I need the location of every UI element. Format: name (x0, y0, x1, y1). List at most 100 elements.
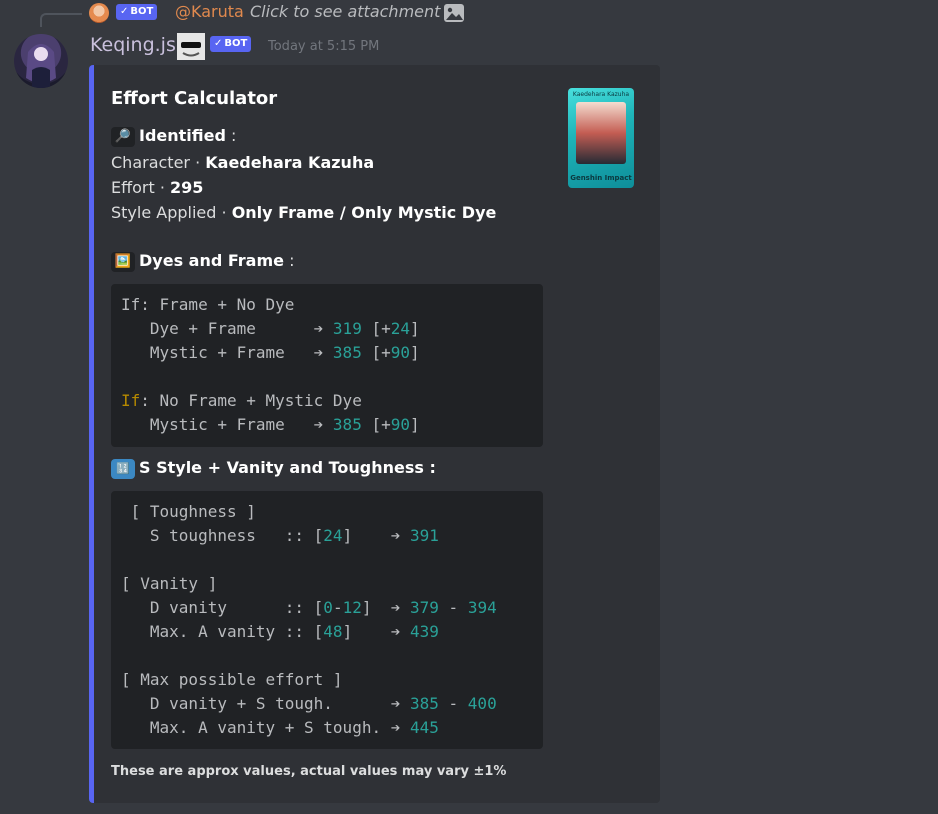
author-bot-tag: ✓ BOT (210, 36, 252, 52)
row-delta-open: [+ (361, 415, 391, 434)
row-value: 319 (332, 319, 362, 338)
bot-tag-label: BOT (130, 6, 154, 17)
row-delta-open: [+ (361, 319, 391, 338)
dyes-if-mystic: If: No Frame + Mystic Dye (121, 389, 533, 413)
dyes-row-mystic-frame: Mystic + Frame ➔ 385 [+90] (121, 341, 533, 365)
reply-bot-tag: ✓ BOT (116, 4, 158, 20)
dyes-row-dye-frame: Dye + Frame ➔ 319 [+24] (121, 317, 533, 341)
vanity-header: [ Vanity ] (121, 574, 218, 593)
row-range: 24 (323, 526, 343, 545)
identified-label: Identified (139, 126, 226, 145)
row-value-high: 400 (467, 694, 497, 713)
reply-preview-text[interactable]: Click to see attachment (250, 2, 440, 21)
row-range-start: 0 (323, 598, 333, 617)
dyes-code-block: If: Frame + No Dye Dye + Frame ➔ 319 [+2… (111, 284, 543, 447)
if-keyword: If (121, 391, 141, 410)
row-value: 439 (410, 622, 439, 641)
row-label: Dye + Frame ➔ (121, 319, 333, 338)
magnifier-icon: 🔎 (111, 126, 135, 147)
max-a-row: Max. A vanity + S tough. ➔ 445 (121, 716, 533, 740)
row-value-high: 394 (467, 598, 497, 617)
dyes-heading: 🖼️ Dyes and Frame : (111, 251, 294, 272)
character-value: Kaedehara Kazuha (205, 153, 375, 172)
numbers-icon: 🔢 (111, 458, 135, 479)
row-label: D vanity + S tough. ➔ (121, 694, 410, 713)
dyes-label: Dyes and Frame (139, 251, 284, 270)
identified-heading: 🔎 Identified : (111, 126, 236, 147)
avatar-art-icon (26, 44, 56, 88)
style-code-block: [ Toughness ] S toughness :: [24] ➔ 391 … (111, 491, 543, 749)
row-label: Mystic + Frame ➔ (121, 343, 333, 362)
row-range: 48 (323, 622, 343, 641)
row-arrow: ] ➔ (361, 598, 411, 617)
style-label: Style Applied · (111, 203, 232, 222)
character-label: Character · (111, 153, 206, 172)
row-arrow: ] ➔ (342, 622, 410, 641)
style-vanity-label: S Style + Vanity and Toughness (139, 458, 424, 477)
identified-suffix: : (225, 126, 237, 145)
frame-picture-icon: 🖼️ (111, 251, 135, 272)
check-icon: ✓ (120, 6, 129, 17)
max-effort-header: [ Max possible effort ] (121, 670, 343, 689)
vanity-a-row: Max. A vanity :: [48] ➔ 439 (121, 620, 533, 644)
row-label: Mystic + Frame ➔ (121, 415, 333, 434)
row-value: 385 (332, 343, 362, 362)
check-icon: ✓ (214, 38, 223, 49)
row-label: D vanity :: [ (121, 598, 324, 617)
dyes-row-mystic-frame-2: Mystic + Frame ➔ 385 [+90] (121, 413, 533, 437)
row-value: 385 (332, 415, 362, 434)
embed-thumbnail[interactable]: Kaedehara Kazuha Genshin Impact (568, 88, 634, 188)
if-condition: : No Frame + Mystic Dye (140, 391, 362, 410)
row-arrow: ] ➔ (342, 526, 410, 545)
thumbnail-character-art (576, 102, 626, 164)
author-username[interactable]: Keqing.js (90, 34, 176, 56)
bot-tag-label: BOT (224, 38, 248, 49)
thumbnail-series: Genshin Impact (570, 174, 632, 182)
row-delta-open: [+ (361, 343, 391, 362)
row-delta-close: ] (410, 415, 420, 434)
max-d-row: D vanity + S tough. ➔ 385 - 400 (121, 692, 533, 716)
reply-spine (40, 13, 82, 27)
dyes-if-frame: If: Frame + No Dye (121, 295, 295, 314)
row-range-end: 12 (342, 598, 362, 617)
row-label: Max. A vanity + S tough. ➔ (121, 718, 410, 737)
effort-label: Effort · (111, 178, 171, 197)
message-timestamp[interactable]: Today at 5:15 PM (268, 39, 379, 54)
effort-line: Effort · 295 (111, 178, 203, 197)
embed-footer: These are approx values, actual values m… (111, 764, 507, 779)
reply-avatar[interactable] (89, 3, 109, 23)
dyes-suffix: : (283, 251, 295, 270)
embed-title: Effort Calculator (111, 88, 278, 109)
row-value-low: 379 (410, 598, 439, 617)
row-value-sep: - (438, 694, 468, 713)
style-vanity-suffix: : (423, 458, 436, 477)
reply-username[interactable]: @Karuta (175, 2, 244, 21)
author-decoration-icon (177, 33, 205, 60)
row-value-low: 385 (409, 694, 439, 713)
character-line: Character · Kaedehara Kazuha (111, 153, 374, 172)
toughness-row: S toughness :: [24] ➔ 391 (121, 524, 533, 548)
vanity-d-row: D vanity :: [0-12] ➔ 379 - 394 (121, 596, 533, 620)
row-delta: 90 (390, 415, 410, 434)
row-delta: 90 (390, 343, 410, 362)
row-delta-close: ] (410, 343, 420, 362)
author-avatar[interactable] (14, 34, 68, 88)
thumbnail-card-name: Kaedehara Kazuha (572, 91, 630, 98)
style-line: Style Applied · Only Frame / Only Mystic… (111, 203, 496, 222)
effort-value: 295 (170, 178, 204, 197)
style-value: Only Frame / Only Mystic Dye (231, 203, 497, 222)
row-value: 445 (409, 718, 439, 737)
row-label: Max. A vanity :: [ (121, 622, 324, 641)
row-range-dash: - (332, 598, 343, 617)
toughness-header: [ Toughness ] (121, 502, 256, 521)
style-vanity-heading: 🔢 S Style + Vanity and Toughness : (111, 458, 436, 479)
row-delta: 24 (390, 319, 410, 338)
row-value: 391 (410, 526, 439, 545)
image-icon[interactable] (443, 3, 465, 23)
row-value-sep: - (438, 598, 468, 617)
row-delta-close: ] (410, 319, 420, 338)
row-label: S toughness :: [ (121, 526, 324, 545)
